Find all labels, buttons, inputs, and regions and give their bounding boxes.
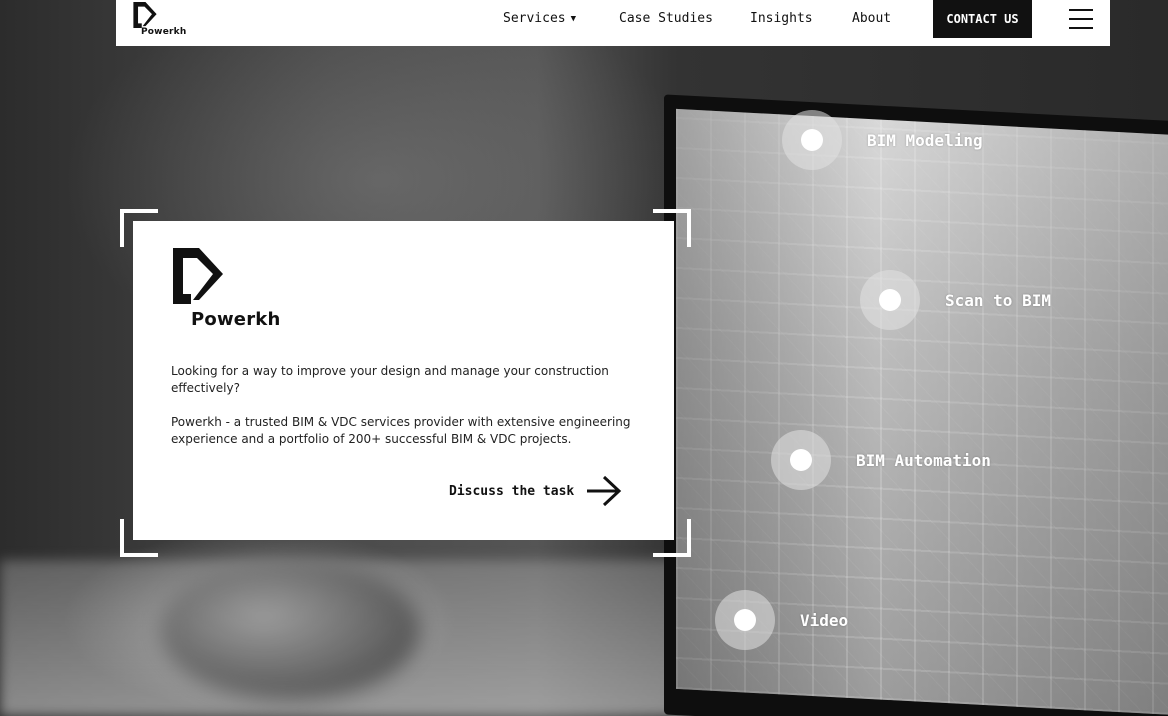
hotspot-scan-to-bim[interactable]: Scan to BIM (860, 270, 1051, 330)
nav-services[interactable]: Services ▼ (503, 11, 576, 26)
discuss-the-task-label: Discuss the task (449, 483, 575, 499)
discuss-the-task-link[interactable]: Discuss the task (449, 475, 622, 507)
powerkh-logo-icon (133, 2, 157, 28)
arrow-right-icon (587, 475, 622, 507)
card-logo-text: Powerkh (191, 309, 281, 330)
nav-services-label: Services (503, 11, 566, 26)
hotspot-bim-automation[interactable]: BIM Automation (771, 430, 991, 490)
contact-us-button[interactable]: CONTACT US (933, 0, 1032, 38)
hotspot-video[interactable]: Video (715, 590, 848, 650)
hotspot-dot-icon (860, 270, 920, 330)
intro-paragraph-2: Powerkh - a trusted BIM & VDC services p… (171, 415, 631, 446)
intro-card: Powerkh Looking for a way to improve you… (133, 221, 674, 540)
hotspot-label: BIM Automation (856, 450, 991, 470)
hand-on-mouse (160, 560, 420, 700)
hotspot-dot-icon (782, 110, 842, 170)
hamburger-menu-icon[interactable] (1069, 8, 1093, 30)
powerkh-logo-icon (173, 248, 223, 304)
intro-paragraph-1: Looking for a way to improve your design… (171, 364, 609, 395)
card-logo (173, 248, 223, 308)
hotspot-dot-icon (771, 430, 831, 490)
nav-case-studies[interactable]: Case Studies (619, 11, 713, 26)
hotspot-dot-icon (715, 590, 775, 650)
hotspot-label: BIM Modeling (867, 130, 983, 150)
hotspot-label: Scan to BIM (945, 290, 1051, 310)
header-logo[interactable]: Powerkh (132, 0, 192, 46)
hotspot-bim-modeling[interactable]: BIM Modeling (782, 110, 983, 170)
header-logo-text: Powerkh (141, 27, 187, 37)
nav-insights[interactable]: Insights (750, 11, 813, 26)
nav-about[interactable]: About (852, 11, 891, 26)
site-header: Powerkh Services ▼ Case Studies Insights … (116, 0, 1110, 46)
caret-down-icon: ▼ (570, 14, 577, 24)
hotspot-label: Video (800, 610, 849, 630)
